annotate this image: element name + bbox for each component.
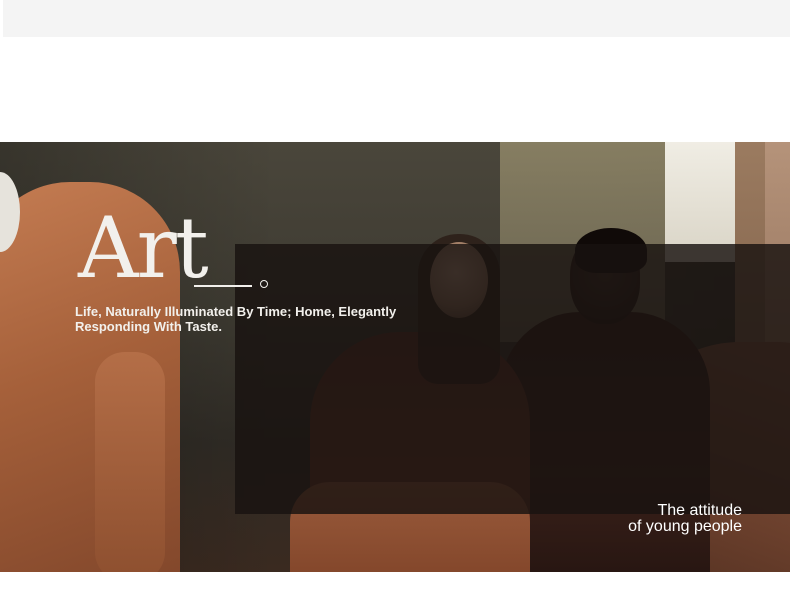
dark-overlay-panel: [235, 244, 790, 514]
top-bar: [3, 0, 790, 37]
heading-dot-decoration: [260, 280, 268, 288]
hero-tagline: Life, Naturally Illuminated By Time; Hom…: [75, 304, 397, 334]
hero-heading: Art: [78, 199, 209, 297]
scene-left-arm: [95, 352, 165, 572]
heading-underline-decoration: [194, 285, 252, 287]
caption-line-2: of young people: [628, 518, 742, 535]
hero-caption: The attitude of young people: [628, 503, 742, 535]
caption-line-1: The attitude: [657, 502, 743, 519]
hero-banner: Art Life, Naturally Illuminated By Time;…: [0, 142, 790, 572]
